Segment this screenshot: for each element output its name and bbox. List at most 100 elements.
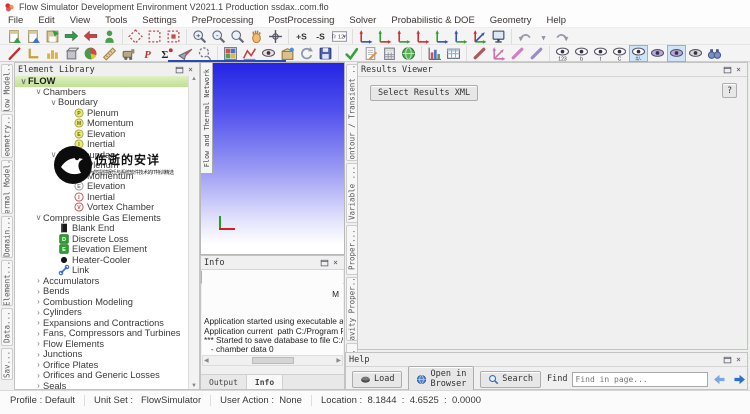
measure-tool-icon[interactable] xyxy=(100,45,119,62)
orient-view-5-icon[interactable] xyxy=(432,28,451,45)
show-chambers-icon[interactable]: b xyxy=(572,45,591,62)
pressure-tool-icon[interactable]: P xyxy=(138,45,157,62)
expander-closed-icon[interactable]: › xyxy=(34,339,43,348)
expander-closed-icon[interactable]: › xyxy=(34,308,43,317)
solid-model-icon[interactable] xyxy=(62,45,81,62)
aero-tool-icon[interactable] xyxy=(176,45,195,62)
help-load-button[interactable]: Load xyxy=(352,371,402,388)
select-lasso-icon[interactable] xyxy=(126,28,145,45)
results-help-button[interactable]: ? xyxy=(722,83,737,98)
xy-plot-icon[interactable] xyxy=(240,45,259,62)
scroll-down-icon[interactable]: ▼ xyxy=(191,383,197,389)
machine-tool-icon[interactable] xyxy=(119,45,138,62)
dock-tab-domain[interactable]: Domain... xyxy=(1,216,13,258)
new-model-icon[interactable] xyxy=(5,28,24,45)
junction-axes-icon[interactable] xyxy=(489,45,508,62)
user-profile-icon[interactable] xyxy=(100,28,119,45)
tree-item-elevation[interactable]: EElevation xyxy=(15,181,189,192)
close-panel-icon[interactable]: × xyxy=(185,64,196,75)
free-rotate-icon[interactable] xyxy=(195,45,214,62)
zoom-in-icon[interactable]: + xyxy=(190,28,209,45)
tree-item-expansions-and-contractions[interactable]: ›Expansions and Contractions xyxy=(15,318,189,329)
tree-item-blank-end[interactable]: Blank End xyxy=(15,223,189,234)
dock-tab-geometry[interactable]: Geometry... xyxy=(1,114,13,158)
menu-view[interactable]: View xyxy=(70,15,90,26)
find-next-icon[interactable] xyxy=(732,372,748,386)
close-panel-icon[interactable]: × xyxy=(330,257,341,268)
tree-item-plenum[interactable]: PPlenum xyxy=(15,108,189,119)
tree-item-orifices-and-generic-losses[interactable]: ›Orifices and Generic Losses xyxy=(15,370,189,381)
pan-icon[interactable] xyxy=(247,28,266,45)
model-viewport[interactable]: Flow and Thermal Network xyxy=(200,62,345,255)
tree-item-elevation[interactable]: EElevation xyxy=(15,129,189,140)
close-panel-icon[interactable]: × xyxy=(733,354,744,365)
create-chamber-icon[interactable] xyxy=(24,45,43,62)
menu-edit[interactable]: Edit xyxy=(38,15,54,26)
save-model-icon[interactable] xyxy=(43,28,62,45)
tree-item-inertial[interactable]: IInertial xyxy=(15,192,189,203)
scale-down-icon[interactable]: -S xyxy=(311,28,330,45)
tree-item-cylinders[interactable]: ›Cylinders xyxy=(15,307,189,318)
float-panel-icon[interactable] xyxy=(722,354,733,365)
package-icon[interactable] xyxy=(278,45,297,62)
text-size-combo[interactable]: Tr 12 xyxy=(330,28,349,45)
bottom-tab-output[interactable]: Output xyxy=(201,375,247,389)
zoom-window-icon[interactable] xyxy=(228,28,247,45)
menu-probabilistic-doe[interactable]: Probabilistic & DOE xyxy=(391,15,474,26)
show-ids-icon[interactable]: 123 xyxy=(553,45,572,62)
tree-item-discrete-loss[interactable]: DDiscrete Loss xyxy=(15,234,189,245)
show-values-icon[interactable]: #/- xyxy=(629,45,648,62)
preview-icon[interactable] xyxy=(259,45,278,62)
tree-scrollbar[interactable]: ▲▼ xyxy=(188,76,199,389)
undo-icon[interactable] xyxy=(515,28,534,45)
scale-up-icon[interactable]: +S xyxy=(292,28,311,45)
expander-closed-icon[interactable]: › xyxy=(34,318,43,327)
help-search-button[interactable]: Search xyxy=(480,371,541,388)
show-flow-icon[interactable] xyxy=(648,45,667,62)
save-data-icon[interactable] xyxy=(316,45,335,62)
show-elements-icon[interactable]: t xyxy=(591,45,610,62)
open-in-browser-button[interactable]: Open in Browser xyxy=(408,366,474,392)
close-panel-icon[interactable]: × xyxy=(733,64,744,75)
select-rect-icon[interactable] xyxy=(164,28,183,45)
menu-settings[interactable]: Settings xyxy=(142,15,176,26)
tree-item-heater-cooler[interactable]: Heater-Cooler xyxy=(15,255,189,266)
dock-tab-thermal-model[interactable]: Thermal Model... xyxy=(1,160,13,214)
orient-view-6-icon[interactable] xyxy=(451,28,470,45)
select-results-xml-button[interactable]: Select Results XML xyxy=(370,85,478,101)
display-settings-icon[interactable] xyxy=(489,28,508,45)
expander-closed-icon[interactable]: › xyxy=(34,276,43,285)
show-links-icon[interactable]: C xyxy=(610,45,629,62)
float-panel-icon[interactable] xyxy=(722,64,733,75)
undo-history-icon[interactable]: ▾ xyxy=(534,28,553,45)
tree-item-boundary[interactable]: ∨Boundary xyxy=(15,97,189,108)
expander-closed-icon[interactable]: › xyxy=(34,381,43,389)
expander-open-icon[interactable]: ∨ xyxy=(49,98,58,107)
expander-closed-icon[interactable]: › xyxy=(34,329,43,338)
tree-item-fans-compressors-and-turbines[interactable]: ›Fans, Compressors and Turbines xyxy=(15,328,189,339)
redo-icon[interactable] xyxy=(553,28,572,45)
orient-view-iso-icon[interactable] xyxy=(470,28,489,45)
orient-view-2-icon[interactable] xyxy=(375,28,394,45)
viewport-tab[interactable]: Flow and Thermal Network xyxy=(201,63,213,174)
menu-file[interactable]: File xyxy=(8,15,23,26)
color-settings-icon[interactable] xyxy=(221,45,240,62)
refresh-model-icon[interactable] xyxy=(297,45,316,62)
dock-tab-element[interactable]: Element... xyxy=(1,260,13,306)
tree-item-junctions[interactable]: ›Junctions xyxy=(15,349,189,360)
connector-icon[interactable] xyxy=(508,45,527,62)
menu-help[interactable]: Help xyxy=(547,15,567,26)
menu-solver[interactable]: Solver xyxy=(349,15,376,26)
pipe-link-icon[interactable] xyxy=(527,45,546,62)
tree-item-momentum[interactable]: MMomentum xyxy=(15,118,189,129)
scroll-left-icon[interactable]: ◀ xyxy=(204,357,209,364)
create-link-icon[interactable] xyxy=(5,45,24,62)
center-view-icon[interactable] xyxy=(266,28,285,45)
link-element-icon[interactable] xyxy=(470,45,489,62)
menu-tools[interactable]: Tools xyxy=(105,15,127,26)
open-model-icon[interactable] xyxy=(24,28,43,45)
orient-view-4-icon[interactable] xyxy=(413,28,432,45)
float-panel-icon[interactable] xyxy=(174,64,185,75)
dock-tab-flow-model[interactable]: Flow Model... xyxy=(1,64,13,112)
tree-item-accumulators[interactable]: ›Accumulators xyxy=(15,276,189,287)
